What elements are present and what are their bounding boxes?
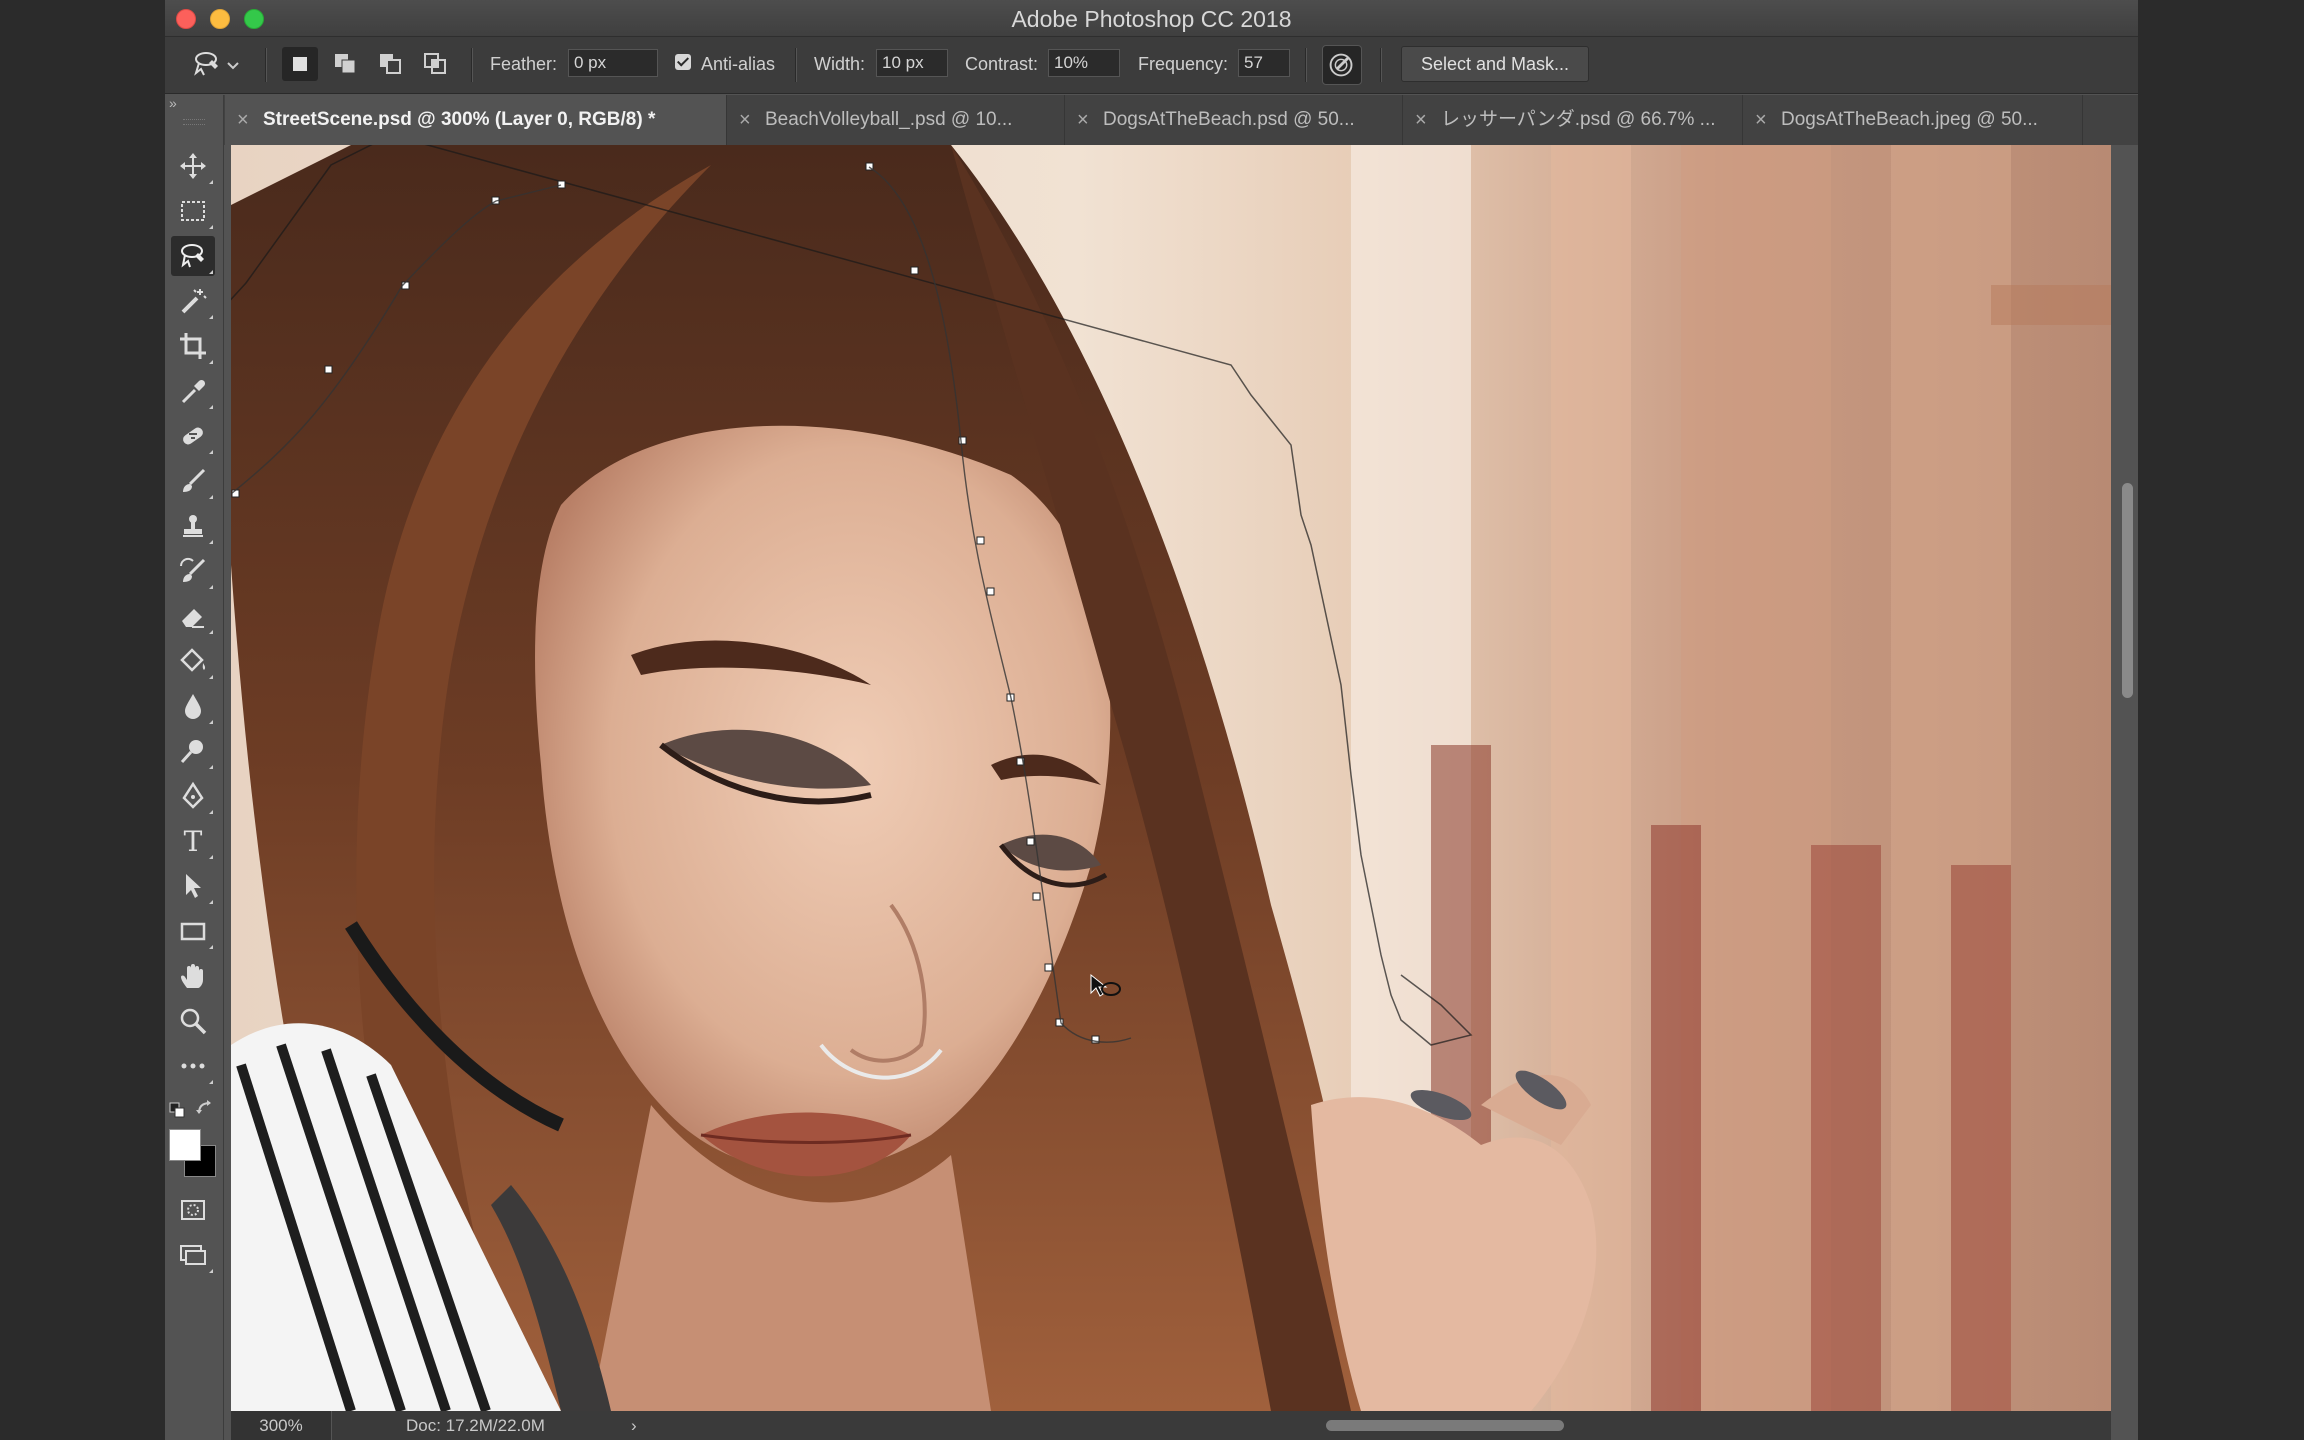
photoshop-window: Adobe Photoshop CC 2018 Feather: Anti-al… xyxy=(165,0,2138,1440)
document-size: Doc: 17.2M/22.0M xyxy=(406,1416,545,1435)
swap-colors-icon[interactable] xyxy=(195,1099,215,1124)
contrast-label: Contrast: xyxy=(965,54,1039,74)
width-input[interactable] xyxy=(876,49,948,77)
document-tabs: × StreetScene.psd @ 300% (Layer 0, RGB/8… xyxy=(165,95,2138,145)
photo-street-scene xyxy=(231,145,2111,1411)
default-colors-icon[interactable] xyxy=(169,1102,185,1123)
subtract-from-selection-icon[interactable] xyxy=(373,47,409,81)
screen-mode-icon[interactable] xyxy=(171,1235,215,1275)
tab-label: BeachVolleyball_.psd @ 10... xyxy=(765,109,1013,130)
vertical-scrollbar[interactable] xyxy=(2113,145,2138,1411)
type-tool-glyph: T xyxy=(183,824,203,858)
tab-close-icon[interactable]: × xyxy=(237,95,249,145)
antialias-checkbox[interactable] xyxy=(675,54,691,70)
more-tools-icon[interactable] xyxy=(171,1046,215,1086)
frequency-label: Frequency: xyxy=(1138,54,1229,74)
tab-beachvolleyball[interactable]: × BeachVolleyball_.psd @ 10... xyxy=(727,95,1065,145)
tab-close-icon[interactable]: × xyxy=(1077,95,1089,145)
tab-label: StreetScene.psd @ 300% (Layer 0, RGB/8) … xyxy=(263,109,656,130)
magnetic-lasso-tool-icon[interactable] xyxy=(171,236,215,276)
vertical-scroll-thumb[interactable] xyxy=(2122,483,2133,698)
tab-label: DogsAtTheBeach.psd @ 50... xyxy=(1103,109,1355,130)
title-bar: Adobe Photoshop CC 2018 xyxy=(165,0,2138,37)
tool-preset-dropdown-icon[interactable] xyxy=(225,51,241,85)
magnetic-lasso-icon[interactable] xyxy=(191,47,225,81)
path-selection-tool-icon[interactable] xyxy=(171,866,215,906)
status-menu-arrow[interactable]: › xyxy=(631,1411,637,1440)
tab-dogsatthebeach-jpeg[interactable]: × DogsAtTheBeach.jpeg @ 50... xyxy=(1743,95,2083,145)
move-tool-icon[interactable] xyxy=(171,146,215,186)
paint-bucket-tool-icon[interactable] xyxy=(171,641,215,681)
crop-tool-icon[interactable] xyxy=(171,326,215,366)
brush-tool-icon[interactable] xyxy=(171,461,215,501)
tab-close-icon[interactable]: × xyxy=(1755,95,1767,145)
horizontal-scroll-thumb[interactable] xyxy=(1326,1420,1564,1431)
healing-brush-tool-icon[interactable] xyxy=(171,416,215,456)
status-bar: 300% Doc: 17.2M/22.0M › xyxy=(231,1411,2111,1440)
stylus-pressure-icon[interactable] xyxy=(1322,45,1362,85)
clone-stamp-tool-icon[interactable] xyxy=(171,506,215,546)
window-title: Adobe Photoshop CC 2018 xyxy=(1011,6,1292,32)
quick-mask-icon[interactable] xyxy=(171,1190,215,1230)
foreground-color-swatch[interactable] xyxy=(169,1129,201,1161)
feather-label: Feather: xyxy=(490,54,558,74)
contrast-input[interactable] xyxy=(1048,49,1120,77)
frequency-input[interactable] xyxy=(1238,49,1290,77)
rectangle-tool-icon[interactable] xyxy=(171,911,215,951)
tools-panel: » T xyxy=(165,95,224,1440)
tab-streetscene[interactable]: × StreetScene.psd @ 300% (Layer 0, RGB/8… xyxy=(225,95,727,145)
hand-tool-icon[interactable] xyxy=(171,956,215,996)
panel-collapse-icon[interactable]: » xyxy=(165,95,227,113)
tab-dogsatthebeach-psd[interactable]: × DogsAtTheBeach.psd @ 50... xyxy=(1065,95,1403,145)
options-bar: Feather: Anti-alias Width: Contrast: Fre… xyxy=(165,37,2138,94)
pen-tool-icon[interactable] xyxy=(171,776,215,816)
tab-label: レッサーパンダ.psd @ 66.7% ... xyxy=(1441,109,1716,130)
new-selection-icon[interactable] xyxy=(282,47,318,81)
blur-tool-icon[interactable] xyxy=(171,686,215,726)
dodge-tool-icon[interactable] xyxy=(171,731,215,771)
magic-wand-tool-icon[interactable] xyxy=(171,281,215,321)
intersect-selection-icon[interactable] xyxy=(418,47,454,81)
tab-lesser-panda[interactable]: × レッサーパンダ.psd @ 66.7% ... xyxy=(1403,95,1743,145)
document-canvas[interactable] xyxy=(231,145,2111,1411)
add-to-selection-icon[interactable] xyxy=(328,47,364,81)
zoom-level[interactable]: 300% xyxy=(231,1411,332,1440)
tab-close-icon[interactable]: × xyxy=(1415,95,1427,145)
width-label: Width: xyxy=(814,54,866,74)
feather-input[interactable] xyxy=(568,49,658,77)
type-tool-icon[interactable]: T xyxy=(171,821,215,861)
zoom-tool-icon[interactable] xyxy=(171,1001,215,1041)
history-brush-tool-icon[interactable] xyxy=(171,551,215,591)
eyedropper-tool-icon[interactable] xyxy=(171,371,215,411)
marquee-tool-icon[interactable] xyxy=(171,191,215,231)
tab-label: DogsAtTheBeach.jpeg @ 50... xyxy=(1781,109,2038,130)
tab-close-icon[interactable]: × xyxy=(739,95,751,145)
antialias-label: Anti-alias xyxy=(701,54,776,74)
eraser-tool-icon[interactable] xyxy=(171,596,215,636)
select-and-mask-button[interactable]: Select and Mask... xyxy=(1401,46,1589,82)
